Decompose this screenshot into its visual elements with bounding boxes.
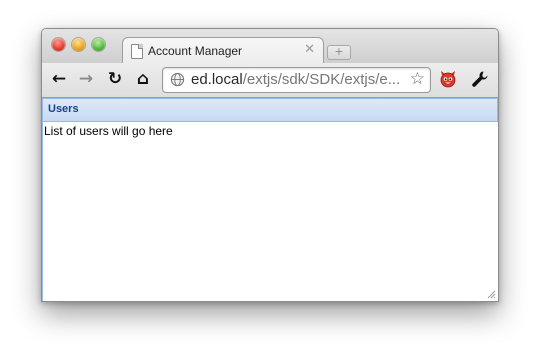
browser-window: Account Manager ✕ + ← → ↻ ⌂ ed.local/ext… bbox=[41, 28, 499, 302]
wrench-icon[interactable] bbox=[470, 69, 490, 89]
globe-icon bbox=[170, 72, 185, 87]
address-path: /extjs/sdk/SDK/extjs/e... bbox=[242, 71, 401, 88]
browser-toolbar: ← → ↻ ⌂ ed.local/extjs/sdk/SDK/extjs/e..… bbox=[42, 63, 498, 98]
tab-strip: Account Manager ✕ + bbox=[42, 29, 498, 65]
bookmark-star-icon[interactable]: ☆ bbox=[410, 69, 425, 89]
new-tab-button[interactable]: + bbox=[327, 45, 351, 60]
panel-body-text: List of users will go here bbox=[44, 124, 173, 138]
home-button[interactable]: ⌂ bbox=[133, 69, 153, 89]
reload-button[interactable]: ↻ bbox=[105, 69, 125, 89]
forward-button[interactable]: → bbox=[76, 69, 96, 89]
document-icon bbox=[131, 44, 143, 59]
devil-face-icon[interactable] bbox=[439, 70, 457, 88]
panel-title: Users bbox=[48, 103, 79, 115]
users-panel-body: List of users will go here bbox=[42, 122, 497, 301]
back-button[interactable]: ← bbox=[49, 69, 69, 89]
tab-close-icon[interactable]: ✕ bbox=[304, 42, 315, 57]
page-content: Users List of users will go here bbox=[42, 98, 498, 301]
users-panel-header: Users bbox=[42, 98, 498, 122]
address-host: ed.local bbox=[191, 71, 243, 88]
tab-title: Account Manager bbox=[148, 44, 243, 58]
window-maximize-button[interactable] bbox=[92, 38, 105, 51]
window-minimize-button[interactable] bbox=[72, 38, 85, 51]
window-close-button[interactable] bbox=[52, 38, 65, 51]
tab-account-manager[interactable]: Account Manager ✕ bbox=[122, 37, 324, 65]
resize-grip-icon[interactable] bbox=[486, 289, 496, 299]
address-bar[interactable]: ed.local/extjs/sdk/SDK/extjs/e... ☆ bbox=[162, 67, 431, 93]
address-text: ed.local/extjs/sdk/SDK/extjs/e... bbox=[191, 71, 405, 88]
desktop-background: Account Manager ✕ + ← → ↻ ⌂ ed.local/ext… bbox=[0, 0, 538, 352]
